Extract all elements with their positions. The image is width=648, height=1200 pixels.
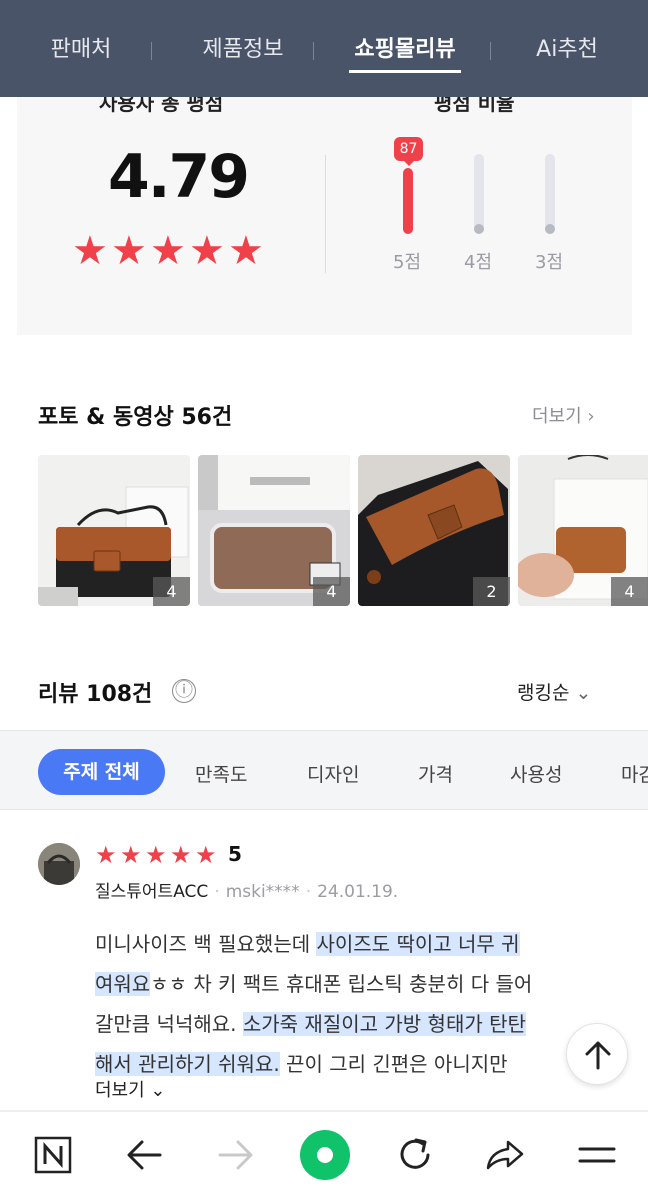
- star-icon: ★: [111, 228, 147, 274]
- sort-dropdown[interactable]: 랭킹순 ⌄: [517, 678, 591, 705]
- review-date: 24.01.19.: [317, 882, 399, 902]
- average-score: 4.79: [108, 142, 250, 212]
- review-score: 5: [228, 842, 242, 866]
- star-icon: ★: [72, 228, 108, 274]
- review-phrase: 끈이 그리 긴편은 아니지만: [279, 1052, 508, 1076]
- browser-bottom-bar: [0, 1112, 648, 1200]
- tab-label: Ai추천: [536, 37, 598, 62]
- review-phrase: 미니사이즈 백 필요했는데: [95, 932, 317, 956]
- active-tab-underline: [349, 70, 461, 73]
- naver-n-icon[interactable]: [28, 1130, 78, 1180]
- review-line: 해서 관리하기 쉬워요. 끈이 그리 긴편은 아니지만: [95, 1044, 615, 1084]
- review-text: 미니사이즈 백 필요했는데 사이즈도 딱이고 너무 귀 여워요ㅎㅎ 차 키 팩트 …: [95, 924, 615, 1084]
- review-stars: ★ ★ ★ ★ ★: [95, 840, 220, 870]
- percent-bubble: 87: [394, 137, 423, 166]
- star-icon: ★: [145, 841, 167, 869]
- review-line: 여워요ㅎㅎ 차 키 팩트 휴대폰 립스틱 충분히 다 들어: [95, 964, 615, 1004]
- topic-chip-all[interactable]: 주제 전체: [38, 749, 165, 795]
- tab-divider: [151, 42, 152, 60]
- meta-dot: ·: [214, 882, 220, 902]
- photo-count-badge: 4: [611, 577, 648, 606]
- back-arrow-icon[interactable]: [120, 1130, 170, 1180]
- forward-arrow-icon[interactable]: [210, 1130, 260, 1180]
- highlighted-phrase: 사이즈도 딱이고 너무 귀: [316, 932, 520, 956]
- rating-bar-label: 4점: [464, 252, 493, 273]
- section-tab-bar: 판매처 제품정보 쇼핑몰리뷰 Ai추천: [0, 0, 648, 97]
- topic-chip[interactable]: 가격: [418, 760, 453, 787]
- more-label: 더보기: [532, 406, 582, 427]
- rating-bar-fill: [545, 224, 555, 234]
- highlighted-phrase: 여워요: [95, 972, 151, 996]
- review-photo-thumbnail[interactable]: 4: [198, 455, 350, 606]
- sort-label: 랭킹순: [517, 682, 570, 704]
- arrow-up-icon: [585, 1041, 611, 1070]
- highlighted-phrase: 해서: [95, 1052, 139, 1076]
- review-phrase: 갈만큼 넉넉해요.: [95, 1012, 243, 1036]
- rating-bar-5: [403, 168, 413, 234]
- tab-divider: [313, 42, 314, 60]
- chevron-down-icon: ⌄: [150, 1080, 166, 1101]
- store-name: 질스튜어트ACC: [95, 882, 209, 902]
- rating-bar-3: [545, 154, 555, 234]
- star-icon: ★: [150, 228, 186, 274]
- rating-bar-fill: [403, 168, 413, 234]
- topic-chip[interactable]: 마감: [621, 760, 648, 787]
- tab-label: 판매처: [50, 37, 112, 62]
- star-icon: ★: [195, 841, 217, 869]
- meta-dot: ·: [305, 882, 312, 902]
- review-photo-thumbnail[interactable]: 4: [38, 455, 190, 606]
- tab-sellers[interactable]: 판매처: [0, 0, 162, 97]
- review-phrase: ㅎㅎ 차 키 팩트 휴대폰 립스틱 충분히 다 들어: [150, 972, 533, 996]
- average-stars: ★ ★ ★ ★ ★: [72, 228, 267, 274]
- topic-chip[interactable]: 사용성: [510, 760, 562, 787]
- review-count-title: 리뷰 108건: [38, 682, 153, 707]
- rating-bar-4: [474, 154, 484, 234]
- tab-label: 제품정보: [202, 37, 284, 62]
- summary-divider: [325, 155, 326, 273]
- star-icon: ★: [228, 228, 264, 274]
- chevron-down-icon: ⌄: [575, 682, 592, 704]
- review-line: 미니사이즈 백 필요했는데 사이즈도 딱이고 너무 귀: [95, 924, 615, 964]
- star-icon: ★: [120, 841, 142, 869]
- topic-chip[interactable]: 디자인: [307, 760, 359, 787]
- photo-count-badge: 4: [153, 577, 190, 606]
- info-icon[interactable]: ⓘ: [172, 679, 196, 703]
- menu-icon[interactable]: [572, 1130, 622, 1180]
- home-circle-icon[interactable]: [298, 1128, 352, 1182]
- rating-bar-fill: [474, 224, 484, 234]
- tab-divider: [490, 42, 491, 60]
- avatar: [38, 843, 80, 885]
- rating-bar-label: 3점: [535, 252, 564, 273]
- review-line: 갈만큼 넉넉해요. 소가죽 재질이고 가방 형태가 탄탄: [95, 1004, 615, 1044]
- reviewer-id: mski****: [225, 882, 300, 902]
- refresh-icon[interactable]: [390, 1130, 440, 1180]
- review-more-button[interactable]: 더보기 ⌄: [95, 1076, 166, 1102]
- scroll-to-top-button[interactable]: [566, 1023, 628, 1085]
- highlighted-phrase: 관리하기 쉬워요.: [138, 1052, 280, 1076]
- highlighted-phrase: 소가죽 재질이고 가방 형태가 탄탄: [242, 1012, 526, 1036]
- user-avatar-icon: [38, 843, 80, 885]
- photo-section-title: 포토 & 동영상 56건: [38, 405, 233, 430]
- review-photo-thumbnail[interactable]: 4: [518, 455, 648, 606]
- star-icon: ★: [170, 841, 192, 869]
- tab-label: 쇼핑몰리뷰: [354, 37, 456, 62]
- photo-count-badge: 4: [313, 577, 350, 606]
- photo-more-link[interactable]: 더보기 ›: [532, 402, 595, 428]
- photo-count-badge: 2: [473, 577, 510, 606]
- more-label: 더보기: [95, 1080, 145, 1101]
- review-photo-thumbnail[interactable]: 2: [358, 455, 510, 606]
- share-icon[interactable]: [480, 1130, 530, 1180]
- review-meta: 질스튜어트ACC · mski**** · 24.01.19.: [95, 877, 398, 902]
- rating-bar-label: 5점: [393, 252, 422, 273]
- topic-filter-bar: 주제 전체 만족도 디자인 가격 사용성 마감: [0, 730, 648, 810]
- star-icon: ★: [189, 228, 225, 274]
- info-glyph: ⓘ: [175, 680, 193, 701]
- chevron-right-icon: ›: [587, 406, 595, 427]
- tab-product-info[interactable]: 제품정보: [162, 0, 324, 97]
- tab-ai-recommend[interactable]: Ai추천: [486, 0, 648, 97]
- star-icon: ★: [95, 841, 117, 869]
- tab-mall-reviews[interactable]: 쇼핑몰리뷰: [324, 0, 486, 97]
- topic-chip[interactable]: 만족도: [195, 760, 247, 787]
